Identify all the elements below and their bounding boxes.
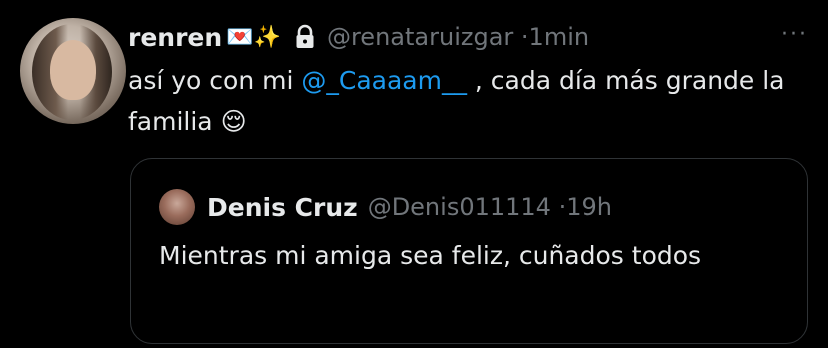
author-name[interactable]: renren [128, 23, 222, 52]
tweet-time[interactable]: 1min [529, 23, 590, 51]
author-handle[interactable]: @renataruizgar ·1min [327, 23, 589, 51]
tweet-text: así yo con mi @_Caaaam__ , cada día más … [128, 60, 798, 142]
quote-author-name[interactable]: Denis Cruz [207, 193, 358, 222]
lock-icon [296, 24, 314, 48]
mention-link[interactable]: @_Caaaam__ [301, 66, 467, 95]
tweet-text-before: así yo con mi [128, 66, 302, 95]
more-dots-icon[interactable]: ··· [781, 22, 808, 47]
relieved-face-emoji: 😌 [220, 107, 247, 136]
quote-time[interactable]: 19h [566, 193, 612, 221]
quote-header: Denis Cruz @Denis011114 ·19h [159, 189, 612, 225]
author-emojis: 💌✨ [226, 24, 281, 50]
quote-author-avatar[interactable] [159, 189, 195, 225]
author-avatar[interactable] [20, 18, 126, 124]
avatar-face [50, 40, 96, 100]
quoted-tweet[interactable]: Denis Cruz @Denis011114 ·19h Mientras mi… [130, 158, 808, 344]
quote-author-handle[interactable]: @Denis011114 ·19h [368, 193, 612, 221]
quote-text: Mientras mi amiga sea feliz, cuñados tod… [159, 241, 702, 270]
time-separator: · [520, 23, 529, 51]
tweet-header: renren 💌✨ @renataruizgar ·1min [128, 20, 589, 54]
